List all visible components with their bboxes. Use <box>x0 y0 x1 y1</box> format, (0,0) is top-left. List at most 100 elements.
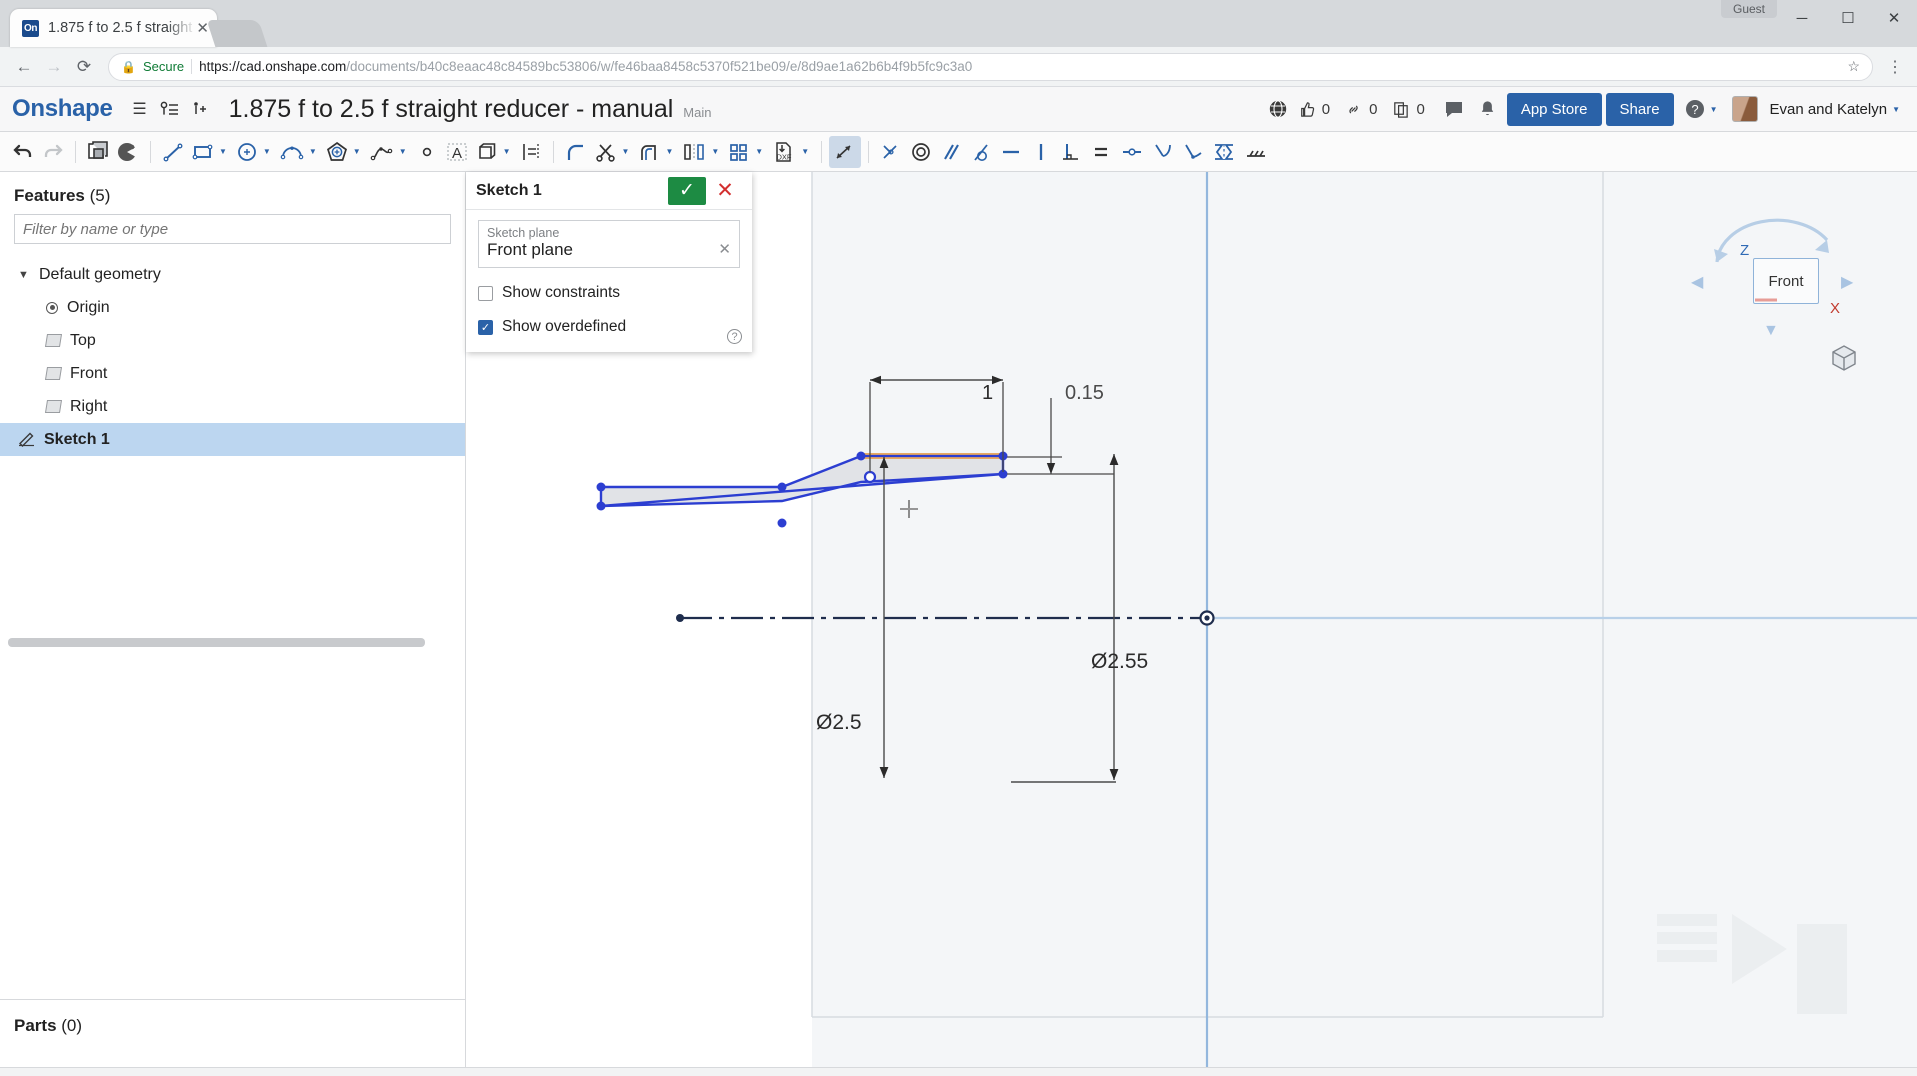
confirm-button[interactable]: ✓ <box>668 176 706 205</box>
clear-plane-icon[interactable]: ✕ <box>718 240 731 260</box>
view-rotate-right-icon[interactable]: ▶ <box>1841 272 1853 292</box>
onshape-logo[interactable]: Onshape <box>12 95 113 123</box>
sketch-plane-field[interactable]: Sketch plane Front plane ✕ <box>478 220 740 268</box>
trim-icon[interactable] <box>591 136 621 168</box>
help-button[interactable]: ? ▼ <box>1684 98 1723 120</box>
dimension-thickness[interactable]: 0.15 <box>1065 382 1104 405</box>
horizontal-scrollbar[interactable] <box>8 638 425 647</box>
browser-tab[interactable]: On 1.875 f to 2.5 f straight re ✕ <box>10 9 217 47</box>
trim-chevron-down-icon[interactable]: ▼ <box>621 147 635 156</box>
chevron-down-icon[interactable]: ▼ <box>18 269 30 281</box>
help-icon[interactable]: ? <box>727 329 742 344</box>
coincident-icon[interactable] <box>876 136 906 168</box>
share-button[interactable]: Share <box>1605 92 1674 126</box>
tangent-arc-icon[interactable] <box>1148 136 1178 168</box>
forward-icon[interactable]: → <box>40 53 68 81</box>
equal-icon[interactable] <box>1086 136 1116 168</box>
tree-item-front[interactable]: Front <box>0 357 465 390</box>
show-constraints-checkbox[interactable] <box>478 285 493 301</box>
back-icon[interactable]: ← <box>10 53 38 81</box>
new-tab-button[interactable] <box>206 20 268 47</box>
circle-chevron-down-icon[interactable]: ▼ <box>262 147 276 156</box>
vertical-icon[interactable] <box>1026 136 1056 168</box>
tangent-icon[interactable] <box>966 136 996 168</box>
construction-icon[interactable] <box>1240 136 1272 168</box>
mirror-icon[interactable] <box>678 136 710 168</box>
mirror-chevron-down-icon[interactable]: ▼ <box>710 147 724 156</box>
view-cube[interactable]: Front Z X ◀ ▶ ▼ <box>1691 214 1875 344</box>
tree-item-right[interactable]: Right <box>0 390 465 423</box>
text-icon[interactable]: A <box>442 136 472 168</box>
show-constraints-label[interactable]: Show constraints <box>502 284 620 302</box>
spline-icon[interactable] <box>366 136 398 168</box>
view-cube-front-face[interactable]: Front <box>1753 258 1819 304</box>
polygon-chevron-down-icon[interactable]: ▼ <box>352 147 366 156</box>
globe-icon[interactable] <box>1263 94 1293 124</box>
view-cube-icon[interactable] <box>1829 342 1863 372</box>
dimension-icon[interactable] <box>829 135 862 168</box>
redo-icon[interactable] <box>38 136 68 168</box>
bell-icon[interactable] <box>1473 94 1503 124</box>
dimension-diameter-inner[interactable]: Ø2.5 <box>816 711 862 735</box>
undo-icon[interactable] <box>8 136 38 168</box>
cancel-button[interactable]: ✕ <box>708 177 742 205</box>
arc-icon[interactable] <box>276 136 308 168</box>
projection-chevron-down-icon[interactable]: ▼ <box>502 147 516 156</box>
tree-item-sketch-1[interactable]: Sketch 1 <box>0 423 465 456</box>
maximize-icon[interactable]: ☐ <box>1825 0 1871 36</box>
address-bar[interactable]: 🔒 Secure https://cad.onshape.com/documen… <box>108 52 1873 81</box>
window-close-icon[interactable]: ✕ <box>1871 0 1917 36</box>
midpoint-icon[interactable] <box>1116 136 1148 168</box>
bookmark-star-icon[interactable]: ☆ <box>1847 58 1860 75</box>
chevron-down-icon[interactable]: ▼ <box>1709 105 1723 114</box>
curvature-icon[interactable] <box>1178 136 1208 168</box>
parallel-icon[interactable] <box>936 136 966 168</box>
filter-input[interactable] <box>14 214 451 244</box>
point-icon[interactable] <box>412 136 442 168</box>
offset-chevron-down-icon[interactable]: ▼ <box>664 147 678 156</box>
version-graph-icon[interactable] <box>155 94 185 124</box>
view-rotate-left-icon[interactable]: ◀ <box>1691 272 1703 292</box>
perpendicular-icon[interactable] <box>1056 136 1086 168</box>
avatar[interactable] <box>1732 96 1759 122</box>
pattern-chevron-down-icon[interactable]: ▼ <box>754 147 768 156</box>
linear-pattern-icon[interactable] <box>724 136 754 168</box>
tree-item-top[interactable]: Top <box>0 324 465 357</box>
arc-chevron-down-icon[interactable]: ▼ <box>308 147 322 156</box>
show-overdefined-label[interactable]: Show overdefined <box>502 318 626 336</box>
reload-icon[interactable]: ⟳ <box>70 53 98 81</box>
shaded-view-icon[interactable] <box>113 136 143 168</box>
tree-item-origin[interactable]: Origin <box>0 291 465 324</box>
offset-icon[interactable] <box>634 136 664 168</box>
dimension-list-icon[interactable] <box>516 136 546 168</box>
guest-badge[interactable]: Guest <box>1720 0 1777 18</box>
close-icon[interactable]: ✕ <box>196 19 209 37</box>
minimize-icon[interactable]: ─ <box>1779 0 1825 36</box>
symmetric-icon[interactable] <box>1208 136 1240 168</box>
concentric-icon[interactable] <box>906 136 936 168</box>
line-icon[interactable] <box>158 136 188 168</box>
dxf-chevron-down-icon[interactable]: ▼ <box>800 147 814 156</box>
show-overdefined-checkbox[interactable]: ✓ <box>478 319 493 335</box>
hamburger-menu-icon[interactable]: ☰ <box>125 94 155 124</box>
sketch-planes-icon[interactable] <box>83 136 113 168</box>
fillet-icon[interactable] <box>561 136 591 168</box>
insert-version-icon[interactable] <box>185 94 215 124</box>
show-overdefined-row[interactable]: ✓ Show overdefined <box>478 318 740 336</box>
document-title[interactable]: 1.875 f to 2.5 f straight reducer - manu… <box>229 95 674 124</box>
comment-icon[interactable] <box>1439 94 1469 124</box>
copy-counter[interactable]: 0 <box>1391 100 1425 119</box>
app-store-button[interactable]: App Store <box>1506 92 1602 126</box>
browser-menu-icon[interactable]: ⋮ <box>1883 57 1907 77</box>
dimension-diameter-outer[interactable]: Ø2.55 <box>1091 650 1148 674</box>
rectangle-icon[interactable] <box>188 136 218 168</box>
user-chevron-down-icon[interactable]: ▼ <box>1891 105 1905 114</box>
spline-chevron-down-icon[interactable]: ▼ <box>398 147 412 156</box>
horizontal-icon[interactable] <box>996 136 1026 168</box>
like-counter[interactable]: 0 <box>1297 100 1330 119</box>
show-constraints-row[interactable]: Show constraints <box>478 284 740 302</box>
link-counter[interactable]: 0 <box>1344 100 1377 119</box>
rectangle-chevron-down-icon[interactable]: ▼ <box>218 147 232 156</box>
import-dxf-icon[interactable]: DXF <box>768 136 800 168</box>
user-name[interactable]: Evan and Katelyn <box>1769 101 1887 118</box>
